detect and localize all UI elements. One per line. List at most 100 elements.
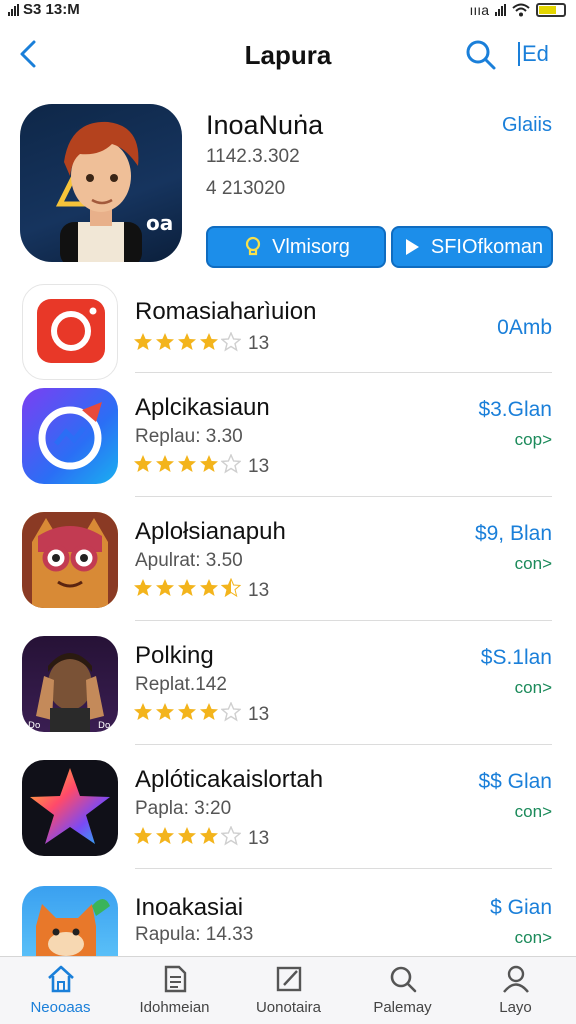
featured-app-icon[interactable]: oa (20, 104, 182, 262)
star-filled-icon (200, 703, 218, 720)
app-subtitle: Papla: 3:20 (135, 798, 232, 819)
star-filled-icon (178, 579, 196, 596)
secondary-action-button[interactable]: SFIOfkoman (391, 226, 553, 268)
price-button[interactable]: $9, Blan (475, 522, 552, 546)
status-time: S3 13:M (23, 1, 80, 18)
tab-home[interactable]: Neooaas (3, 963, 118, 1023)
cellular-icon (495, 4, 506, 16)
featured-app-name: InoaNuṅa (206, 110, 324, 140)
tab-bar: Neooaas Idohmeian Uonotaira Palemay Layo (0, 956, 576, 1024)
edit-button[interactable]: Ed (518, 42, 549, 66)
star-empty-icon (221, 454, 241, 474)
search-icon[interactable] (464, 38, 498, 72)
camera-app-icon (22, 284, 118, 380)
app-subtitle: Replau: 3.30 (135, 426, 243, 447)
app-subtitle: Replat.142 (135, 674, 227, 695)
star-filled-icon (156, 579, 174, 596)
tab-label: Layo (499, 999, 532, 1016)
wifi-icon (512, 3, 530, 17)
rating-stars (133, 578, 241, 598)
star-filled-icon (156, 827, 174, 844)
star-filled-icon (178, 333, 196, 350)
signal-icon (8, 3, 19, 16)
rating-stars (133, 826, 241, 846)
rating-stars (133, 702, 241, 722)
tab-search[interactable]: Palemay (345, 963, 460, 1023)
app-title: Romasiaharìuion (135, 298, 317, 325)
star-filled-icon (156, 703, 174, 720)
price-button[interactable]: $$ Glan (478, 770, 552, 794)
price-button[interactable]: 0Amb (497, 316, 552, 340)
get-button[interactable]: con> (515, 554, 552, 574)
primary-action-button[interactable]: Vlmisorg (206, 226, 386, 268)
price-button[interactable]: $ Gian (490, 896, 552, 920)
messenger-app-icon (22, 388, 118, 484)
star-filled-icon (134, 333, 152, 350)
primary-action-label: Vlmisorg (272, 235, 350, 258)
divider (135, 496, 552, 497)
star-empty-icon (221, 332, 241, 352)
price-button[interactable]: $S.1lan (481, 646, 552, 670)
person-icon (502, 965, 529, 993)
star-filled-icon (156, 333, 174, 350)
rating-stars (133, 454, 241, 474)
list-item[interactable]: Aplcikasiaun Replau: 3.30 13 $3.Glan cop… (0, 386, 576, 510)
back-chevron-icon[interactable] (14, 36, 46, 72)
star-filled-icon (200, 827, 218, 844)
tab-label: Neooaas (30, 999, 91, 1016)
tab-edit[interactable]: Uonotaira (231, 963, 346, 1023)
star-filled-icon (200, 579, 218, 596)
battery-icon (536, 3, 566, 17)
svg-text:Do: Do (98, 721, 111, 731)
rating-count: 13 (248, 333, 270, 354)
home-icon (47, 965, 74, 993)
list-item[interactable]: Aplołsianapuh Apulrat: 3.50 13 $9, Blan … (0, 510, 576, 634)
star-filled-icon (200, 455, 218, 472)
character-app-icon: Do Do (22, 636, 118, 732)
star-filled-icon (178, 703, 196, 720)
mascot-app-icon (22, 512, 118, 608)
search-icon (390, 966, 416, 993)
status-carrier: ıııa (469, 2, 489, 18)
app-title: Aplcikasiaun (135, 394, 270, 421)
star-filled-icon (134, 703, 152, 720)
app-title: Aplóticakaislortah (135, 766, 324, 793)
tab-label: Idohmeian (139, 999, 210, 1016)
list-item[interactable]: Do Do Polking Replat.142 13 $S.1lan con> (0, 634, 576, 758)
app-title: Aplołsianapuh (135, 518, 286, 545)
tab-label: Palemay (373, 999, 432, 1016)
featured-app: oa InoaNuṅa 1142.3.302 4 213020 Glaiis V… (0, 96, 576, 276)
get-button[interactable]: con> (515, 802, 552, 822)
rating-count: 13 (248, 456, 270, 477)
secondary-action-label: SFIOfkoman (430, 235, 544, 258)
tab-documents[interactable]: Idohmeian (117, 963, 232, 1023)
featured-app-meta: 1142.3.302 (206, 146, 300, 167)
list-item[interactable]: Aplóticakaislortah Papla: 3:20 13 $$ Gla… (0, 758, 576, 882)
tab-profile[interactable]: Layo (458, 963, 573, 1023)
star-filled-icon (178, 455, 196, 472)
get-button[interactable]: con> (515, 678, 552, 698)
divider (135, 868, 552, 869)
star-filled-icon (134, 579, 152, 596)
status-bar: S3 13:M ıııa (0, 0, 576, 22)
edit-icon (276, 966, 301, 992)
star-filled-icon (134, 455, 152, 472)
status-left: S3 13:M (8, 1, 80, 18)
app-subtitle: Rapula: 14.33 (135, 924, 254, 945)
character-portrait-icon: oa (55, 121, 173, 262)
star-empty-icon (221, 826, 241, 846)
get-button[interactable]: con> (515, 928, 552, 948)
featured-app-link[interactable]: Glaiis (502, 114, 552, 137)
document-icon (164, 965, 186, 993)
divider (135, 620, 552, 621)
app-subtitle: Apulrat: 3.50 (135, 550, 243, 571)
price-button[interactable]: $3.Glan (478, 398, 552, 422)
rating-stars (133, 332, 241, 352)
star-half-icon (221, 578, 241, 598)
rating-count: 13 (248, 580, 270, 601)
app-title: Polking (135, 642, 214, 669)
svg-text:Do: Do (28, 721, 41, 731)
status-right: ıııa (470, 2, 566, 18)
app-title: Inoakasiai (135, 894, 244, 921)
get-button[interactable]: cop> (515, 430, 552, 450)
